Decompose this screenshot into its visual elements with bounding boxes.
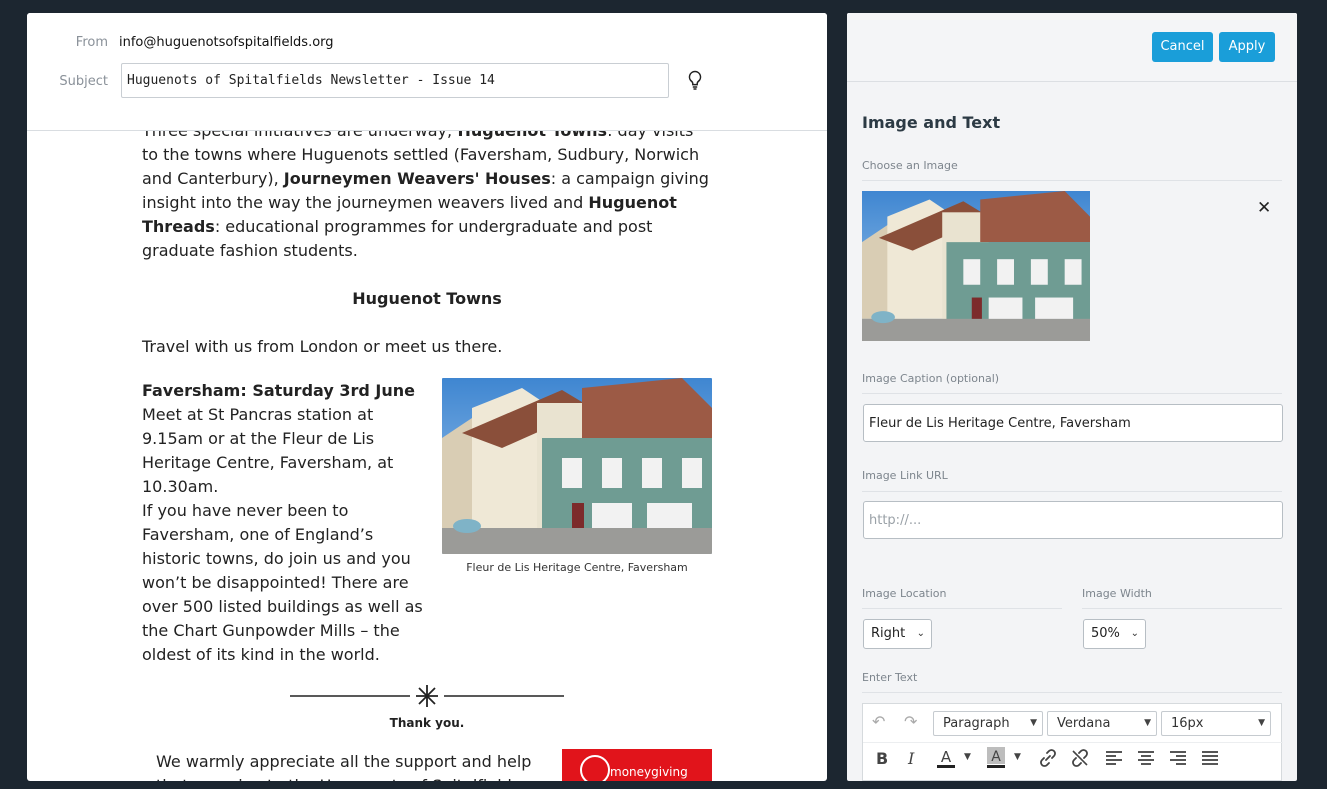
chevron-down-icon: ⌄: [1130, 628, 1139, 639]
email-building-image[interactable]: [442, 378, 712, 554]
font-size-select[interactable]: 16px ▼: [1161, 711, 1271, 736]
link-icon[interactable]: [1038, 748, 1058, 768]
bold-icon[interactable]: B: [876, 749, 888, 768]
email-header: From info@huguenotsofspitalfields.org Su…: [27, 13, 827, 131]
section-heading: Huguenot Towns: [352, 289, 502, 308]
redo-icon[interactable]: ↷: [904, 712, 917, 731]
from-label: From: [75, 35, 108, 50]
align-left-icon[interactable]: [1105, 750, 1123, 766]
link-url-label: Image Link URL: [862, 469, 948, 482]
subject-label: Subject: [59, 74, 108, 89]
toolbar-row-formatting: B I A ▼ A ▼: [863, 746, 1283, 780]
divider: [862, 180, 1282, 181]
image-location-label: Image Location: [862, 587, 947, 600]
dropdown-triangle-icon: ▼: [1030, 718, 1037, 728]
dropdown-triangle-icon: ▼: [1144, 718, 1151, 728]
paragraph-format-value: Paragraph: [943, 716, 1010, 731]
flourish-divider: [290, 685, 564, 707]
email-preview-panel: Three special initiatives are underway; …: [27, 13, 827, 781]
align-center-icon[interactable]: [1137, 750, 1155, 766]
badge-text: moneygiving: [610, 765, 688, 779]
svg-text:A: A: [941, 748, 952, 766]
toolbar-divider: [863, 742, 1283, 743]
travel-paragraph: Travel with us from London or meet us th…: [142, 337, 503, 356]
appreciation-paragraph: We warmly appreciate all the support and…: [156, 752, 532, 781]
paragraph-format-select[interactable]: Paragraph ▼: [933, 711, 1043, 736]
caption-input[interactable]: [863, 404, 1283, 442]
dropdown-triangle-icon: ▼: [1258, 718, 1265, 728]
divider: [862, 692, 1282, 693]
subject-input[interactable]: [121, 63, 669, 98]
image-width-value: 50%: [1091, 626, 1120, 641]
remove-image-close-icon[interactable]: ✕: [1257, 198, 1271, 218]
unlink-icon[interactable]: [1070, 748, 1090, 768]
divider: [862, 491, 1282, 492]
from-address: info@huguenotsofspitalfields.org: [119, 35, 334, 50]
image-width-label: Image Width: [1082, 587, 1152, 600]
undo-icon[interactable]: ↶: [872, 712, 885, 731]
event-description: If you have never been to Faversham, one…: [142, 501, 423, 664]
font-size-value: 16px: [1171, 716, 1204, 731]
virgin-money-giving-badge[interactable]: moneygiving: [562, 749, 712, 781]
chevron-down-icon: ⌄: [916, 628, 925, 639]
image-width-select[interactable]: 50% ⌄: [1083, 619, 1146, 649]
chosen-image-thumbnail[interactable]: [862, 191, 1090, 341]
email-image-caption: Fleur de Lis Heritage Centre, Faversham: [466, 561, 688, 574]
initiative-2: Journeymen Weavers' Houses: [283, 169, 551, 188]
background-color-icon[interactable]: A: [985, 746, 1007, 772]
align-right-icon[interactable]: [1169, 750, 1187, 766]
virgin-logo-icon: [580, 755, 610, 781]
caret-down-icon[interactable]: ▼: [964, 752, 971, 762]
divider: [1082, 608, 1282, 609]
choose-image-label: Choose an Image: [862, 159, 958, 172]
thank-you-text: Thank you.: [389, 716, 465, 730]
divider: [862, 608, 1062, 609]
font-color-icon[interactable]: A: [935, 746, 957, 772]
apply-button[interactable]: Apply: [1219, 32, 1275, 62]
link-url-input[interactable]: [863, 501, 1283, 539]
svg-text:A: A: [991, 749, 1001, 765]
image-location-select[interactable]: Right ⌄: [863, 619, 932, 649]
divider: [862, 393, 1282, 394]
enter-text-label: Enter Text: [862, 671, 918, 684]
caption-label: Image Caption (optional): [862, 372, 1000, 385]
event-heading: Faversham: Saturday 3rd June: [142, 381, 415, 400]
initiative-3-text: : educational programmes for undergradua…: [142, 217, 653, 260]
rich-text-toolbar: ↶ ↷ Paragraph ▼ Verdana ▼ 16px ▼ B I A ▼…: [862, 703, 1283, 781]
editor-topbar: Cancel Apply: [847, 13, 1297, 82]
image-text-editor-panel: Cancel Apply Image and Text Choose an Im…: [847, 13, 1297, 781]
cancel-button[interactable]: Cancel: [1152, 32, 1213, 62]
panel-title: Image and Text: [862, 113, 1001, 132]
font-family-select[interactable]: Verdana ▼: [1047, 711, 1157, 736]
lightbulb-icon[interactable]: [687, 70, 703, 90]
event-meet-text: Meet at St Pancras station at 9.15am or …: [142, 405, 394, 496]
initiatives-paragraph: Three special initiatives are underway; …: [142, 119, 714, 263]
image-location-value: Right: [871, 626, 906, 641]
font-family-value: Verdana: [1057, 716, 1111, 731]
align-justify-icon[interactable]: [1201, 750, 1219, 766]
caret-down-icon[interactable]: ▼: [1014, 752, 1021, 762]
italic-icon[interactable]: I: [908, 749, 914, 768]
event-text-block: Faversham: Saturday 3rd June Meet at St …: [142, 379, 432, 667]
